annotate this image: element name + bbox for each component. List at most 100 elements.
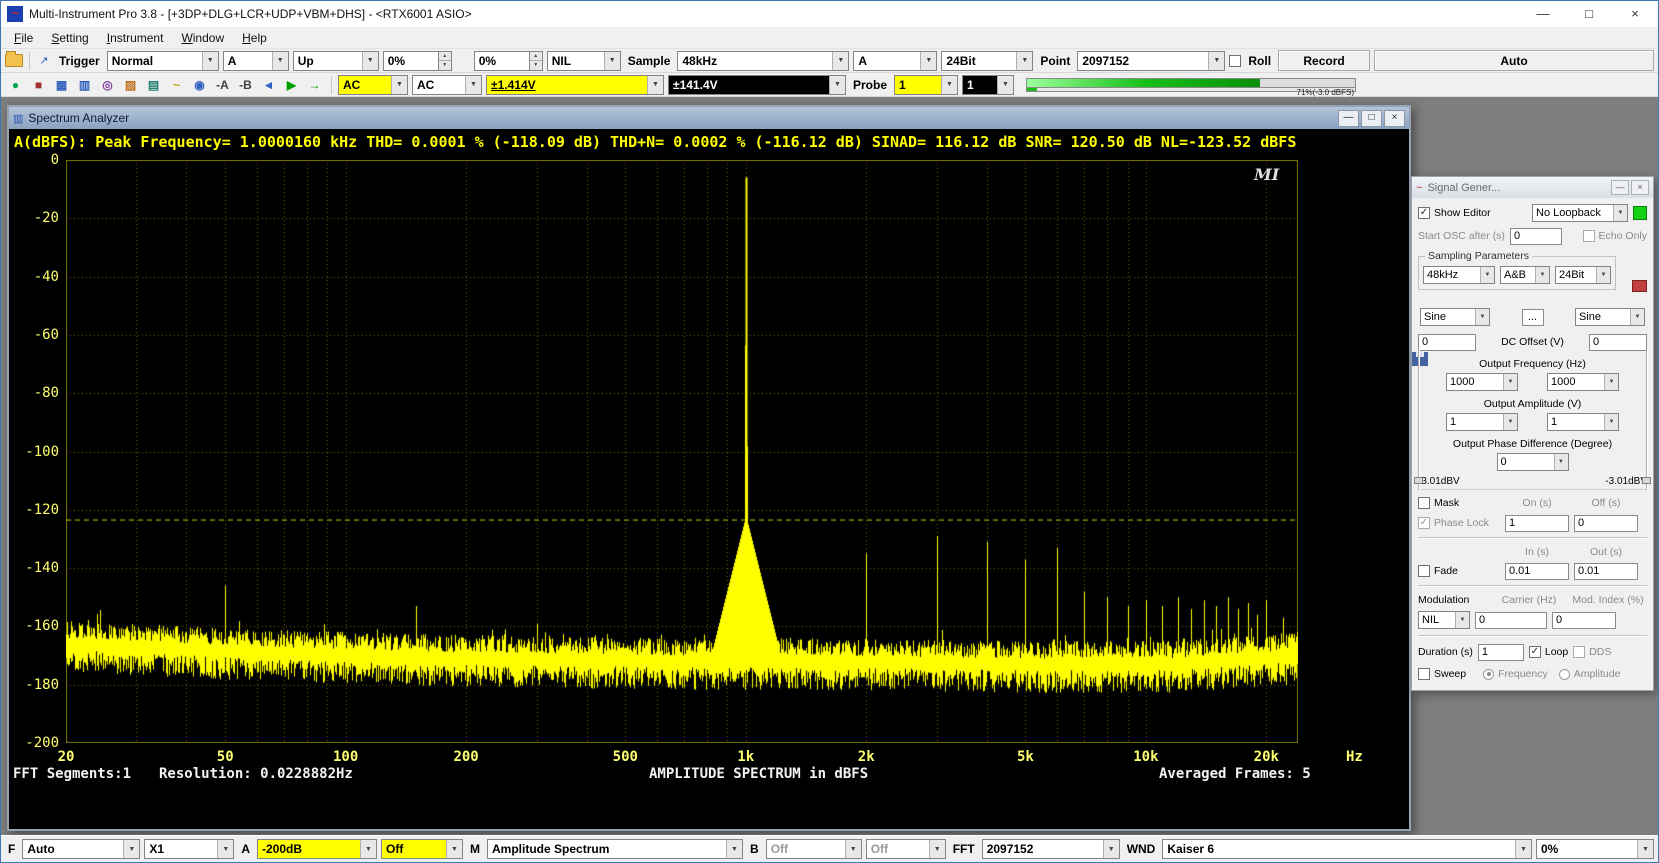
chevron-down-icon[interactable]: ▼: [1103, 840, 1119, 858]
mask-off-input[interactable]: 0: [1574, 515, 1638, 532]
waveform-a-select[interactable]: Sine▼: [1420, 308, 1490, 326]
chevron-down-icon[interactable]: ▼: [845, 840, 861, 858]
x-scale-select[interactable]: X1▼: [144, 839, 234, 859]
fade-in-input[interactable]: 0.01: [1505, 563, 1569, 580]
gen-sample-rate-select[interactable]: 48kHz▼: [1423, 266, 1495, 284]
title-bar[interactable]: ~ Multi-Instrument Pro 3.8 - [+3DP+DLG+L…: [1, 1, 1658, 27]
fft-size-select[interactable]: 2097152▼: [982, 839, 1120, 859]
phase-lock-checkbox[interactable]: ✓ Phase Lock: [1418, 517, 1500, 529]
spectrum-window-titlebar[interactable]: ▥ Spectrum Analyzer — □ ×: [9, 107, 1409, 129]
minimize-icon[interactable]: —: [1520, 1, 1566, 27]
chevron-down-icon[interactable]: ▼: [1503, 414, 1517, 430]
chevron-down-icon[interactable]: ▼: [1637, 840, 1653, 858]
sample-bits-select[interactable]: 24Bit▼: [941, 51, 1033, 71]
stop-icon[interactable]: ■: [28, 75, 49, 95]
chevron-down-icon[interactable]: ▼: [1016, 52, 1032, 70]
range-b-select[interactable]: ±141.4V▼: [668, 75, 846, 95]
chevron-down-icon[interactable]: ▼: [362, 52, 378, 70]
fade-out-input[interactable]: 0.01: [1574, 563, 1638, 580]
signal-generator-icon[interactable]: ~: [166, 75, 187, 95]
trigger-source-select[interactable]: A▼: [223, 51, 289, 71]
amplitude-a-select[interactable]: 1▼: [1446, 413, 1518, 431]
scale-a-icon[interactable]: -A: [212, 75, 233, 95]
chevron-down-icon[interactable]: ▼: [726, 840, 742, 858]
restore-icon[interactable]: □: [1361, 110, 1382, 127]
sweep-amplitude-radio[interactable]: Amplitude: [1559, 668, 1621, 680]
output-icon[interactable]: →: [304, 75, 325, 95]
sweep-frequency-radio[interactable]: Frequency: [1483, 668, 1548, 680]
spectrum-plot[interactable]: [66, 160, 1298, 743]
b-mode-select[interactable]: Off▼: [866, 839, 946, 859]
amplitude-b-select[interactable]: 1▼: [1547, 413, 1619, 431]
spin-up-icon[interactable]: ▲: [530, 52, 542, 62]
waveform-b-select[interactable]: Sine▼: [1575, 308, 1645, 326]
chevron-down-icon[interactable]: ▼: [1515, 840, 1531, 858]
trigger-mode-select[interactable]: Normal▼: [107, 51, 219, 71]
dds-checkbox[interactable]: DDS: [1573, 646, 1611, 658]
chevron-down-icon[interactable]: ▼: [829, 76, 845, 94]
auto-button[interactable]: Auto: [1374, 50, 1654, 71]
trigger-edge-select[interactable]: Up▼: [293, 51, 379, 71]
chevron-down-icon[interactable]: ▼: [1475, 309, 1489, 325]
dc-offset-a-input[interactable]: 0: [1418, 334, 1476, 351]
spectrum-3d-plot-icon[interactable]: ▨: [120, 75, 141, 95]
close-icon[interactable]: ×: [1612, 1, 1658, 27]
chevron-down-icon[interactable]: ▼: [929, 840, 945, 858]
carrier-input[interactable]: 0: [1475, 612, 1547, 629]
sweep-checkbox[interactable]: Sweep: [1418, 668, 1466, 680]
minimize-icon[interactable]: —: [1611, 180, 1629, 195]
maximize-icon[interactable]: □: [1566, 1, 1612, 27]
multimeter-icon[interactable]: ◎: [97, 75, 118, 95]
chevron-down-icon[interactable]: ▼: [123, 840, 139, 858]
scale-b-icon[interactable]: -B: [235, 75, 256, 95]
chevron-down-icon[interactable]: ▼: [1554, 454, 1568, 470]
trigger-level-stepper[interactable]: 0% ▲▼: [383, 51, 452, 71]
show-editor-checkbox[interactable]: ✓ Show Editor: [1418, 207, 1491, 219]
start-osc-input[interactable]: 0: [1510, 228, 1562, 245]
mod-index-input[interactable]: 0: [1552, 612, 1616, 629]
probe-a-select[interactable]: 1▼: [894, 75, 958, 95]
chevron-down-icon[interactable]: ▼: [202, 52, 218, 70]
probe-b-select[interactable]: 1▼: [962, 75, 1014, 95]
run-icon[interactable]: ●: [5, 75, 26, 95]
chevron-down-icon[interactable]: ▼: [1604, 374, 1618, 390]
a-mode-select[interactable]: Off▼: [381, 839, 463, 859]
sample-rate-select[interactable]: 48kHz▼: [677, 51, 849, 71]
chevron-down-icon[interactable]: ▼: [360, 840, 376, 858]
menu-help[interactable]: Help: [233, 31, 276, 45]
record-button[interactable]: Record: [1278, 50, 1370, 71]
range-a-select[interactable]: ±1.414V▼: [486, 75, 664, 95]
spin-down-icon[interactable]: ▼: [439, 61, 451, 70]
menu-instrument[interactable]: Instrument: [98, 31, 173, 45]
chevron-down-icon[interactable]: ▼: [647, 76, 663, 94]
signal-generator-titlebar[interactable]: ~ Signal Gener... — ×: [1412, 177, 1653, 198]
output-level-slider-b[interactable]: [1642, 350, 1651, 490]
gen-bits-select[interactable]: 24Bit▼: [1555, 266, 1611, 284]
minimize-icon[interactable]: —: [1338, 110, 1359, 127]
chevron-down-icon[interactable]: ▼: [604, 52, 620, 70]
spin-up-icon[interactable]: ▲: [439, 52, 451, 62]
output-indicator[interactable]: [1633, 206, 1647, 220]
trigger-delay-stepper[interactable]: 0% ▲▼: [474, 51, 543, 71]
gen-channels-select[interactable]: A&B▼: [1500, 266, 1550, 284]
mask-checkbox[interactable]: Mask: [1418, 497, 1500, 509]
oscilloscope-icon[interactable]: ▦: [51, 75, 72, 95]
dc-offset-b-input[interactable]: 0: [1589, 334, 1647, 351]
spin-down-icon[interactable]: ▼: [530, 61, 542, 70]
sample-channel-select[interactable]: A▼: [853, 51, 937, 71]
ddp-viewer-icon[interactable]: ◉: [189, 75, 210, 95]
waveform-list-icon[interactable]: [1632, 280, 1647, 292]
frequency-range-select[interactable]: Auto▼: [22, 839, 140, 859]
echo-only-checkbox[interactable]: Echo Only: [1583, 230, 1647, 242]
chevron-down-icon[interactable]: ▼: [997, 76, 1013, 94]
chevron-down-icon[interactable]: ▼: [941, 76, 957, 94]
chevron-down-icon[interactable]: ▼: [391, 76, 407, 94]
phase-select[interactable]: 0▼: [1497, 453, 1569, 471]
chevron-down-icon[interactable]: ▼: [465, 76, 481, 94]
chevron-down-icon[interactable]: ▼: [446, 840, 462, 858]
play-icon[interactable]: ▶: [281, 75, 302, 95]
close-icon[interactable]: ×: [1631, 180, 1649, 195]
point-count-select[interactable]: 2097152▼: [1077, 51, 1225, 71]
chevron-down-icon[interactable]: ▼: [1604, 414, 1618, 430]
overlap-select[interactable]: 0%▼: [1536, 839, 1654, 859]
